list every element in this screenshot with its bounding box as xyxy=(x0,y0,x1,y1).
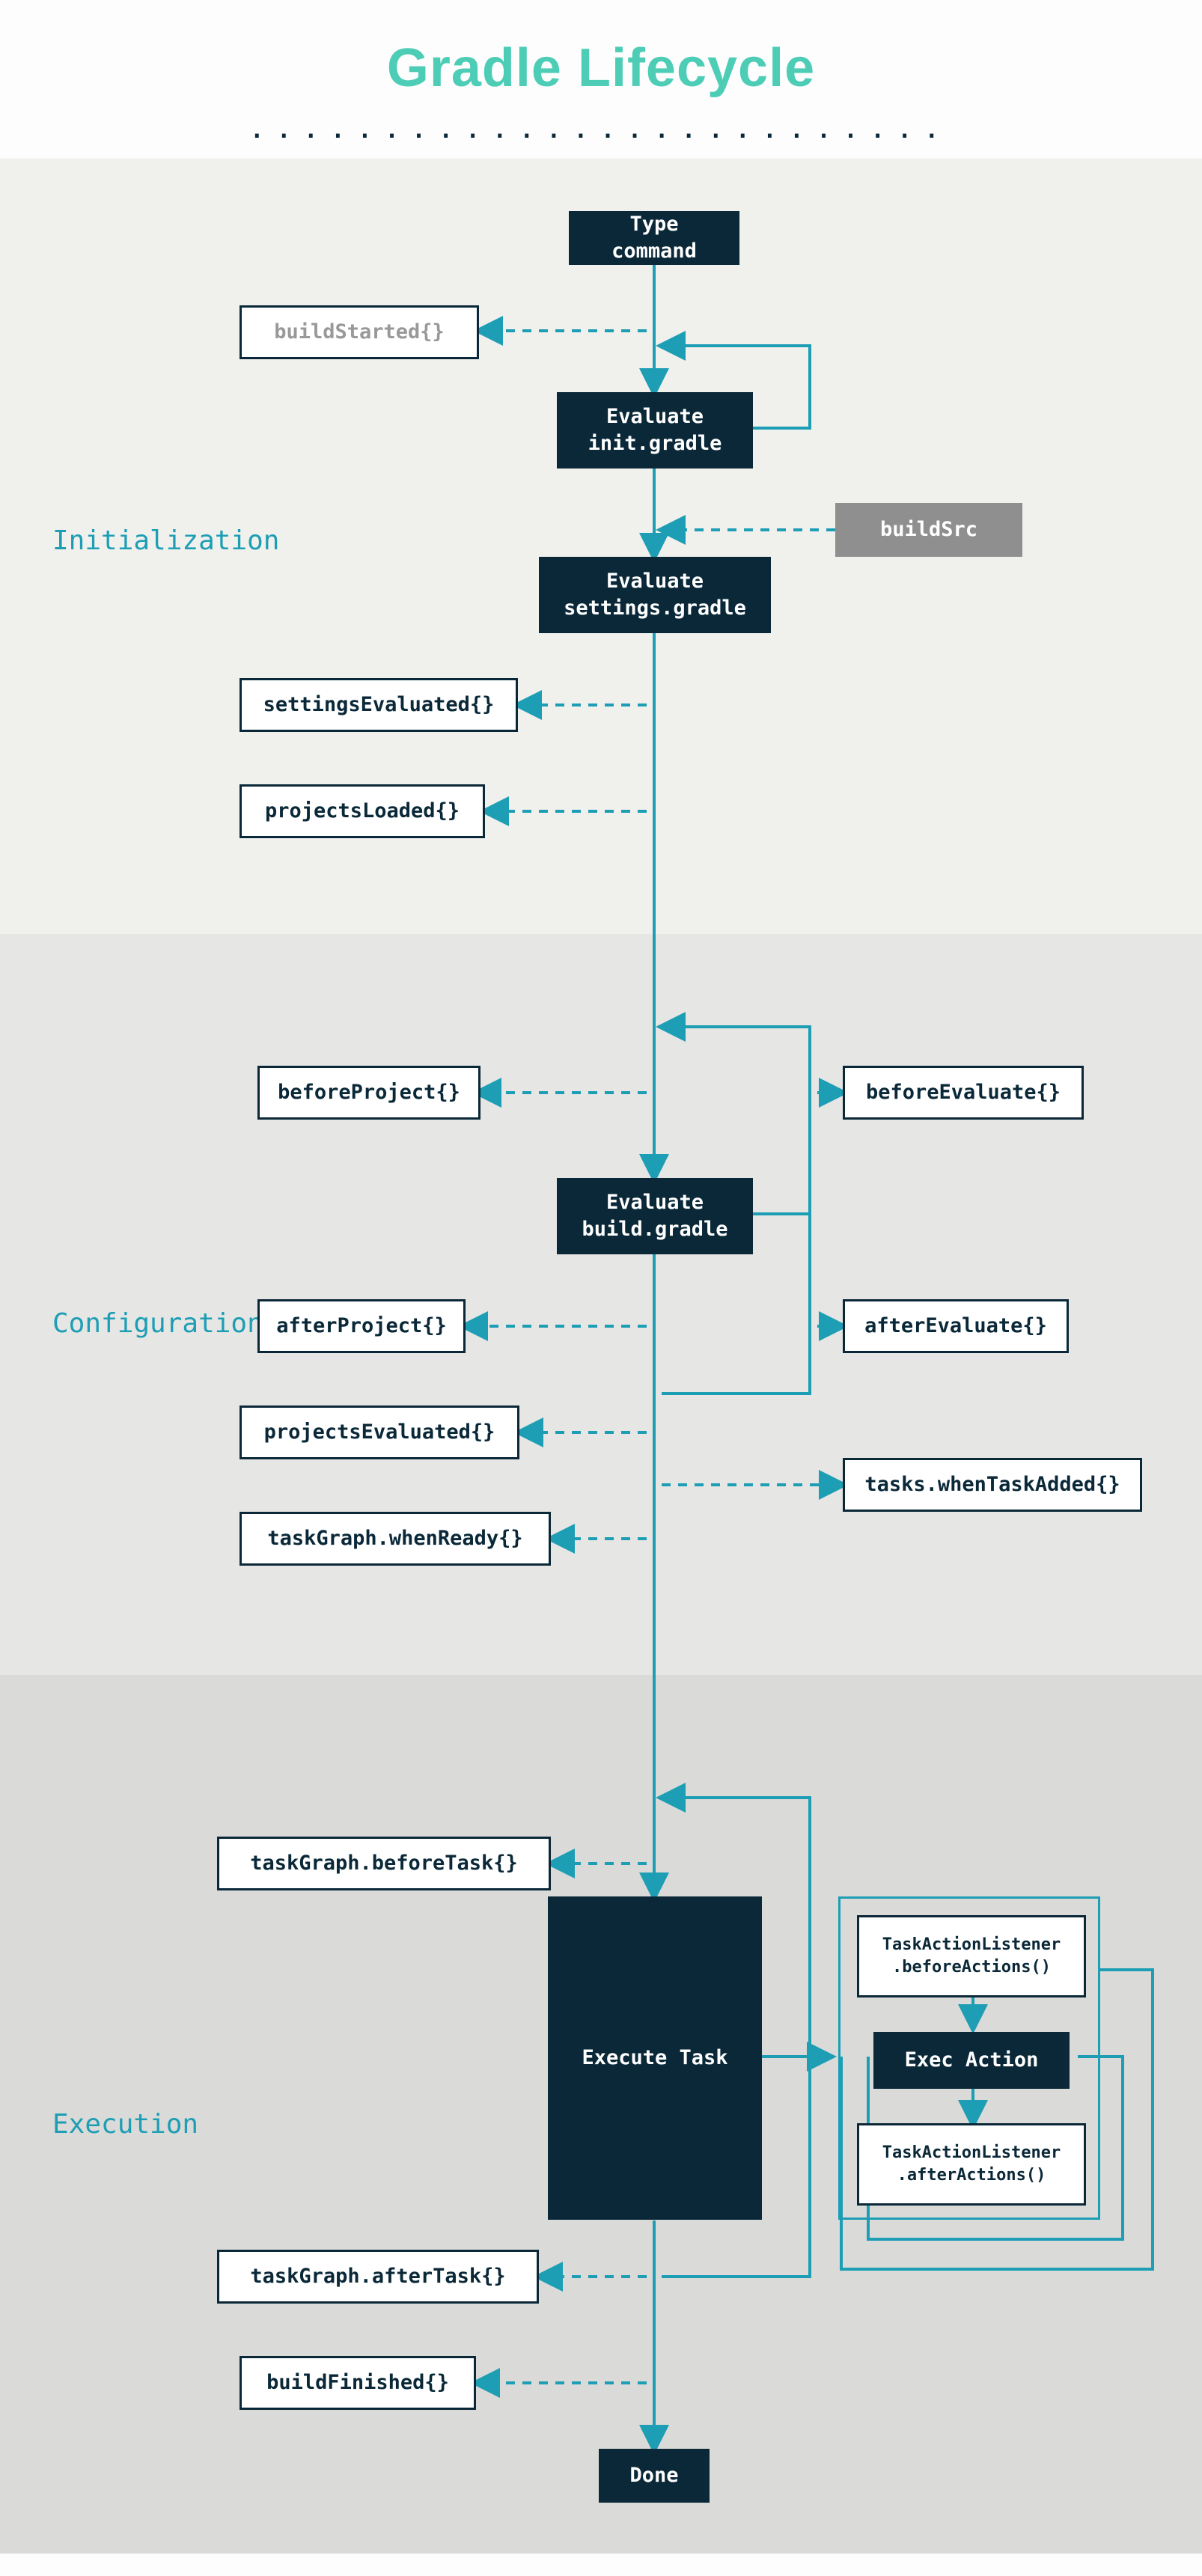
node-execute-task: Execute Task xyxy=(548,1896,762,2220)
node-projects-evaluated: projectsEvaluated{} xyxy=(240,1405,519,1459)
label: Execute Task xyxy=(582,2045,727,2072)
node-before-project: beforeProject{} xyxy=(257,1066,481,1120)
page-title: Gradle Lifecycle xyxy=(0,37,1202,99)
node-before-evaluate: beforeEvaluate{} xyxy=(843,1066,1084,1120)
label: beforeEvaluate{} xyxy=(866,1079,1061,1106)
action-loop-outer: TaskActionListener .beforeActions() Exec… xyxy=(838,1896,1100,2220)
label: TaskActionListener .afterActions() xyxy=(882,2142,1061,2186)
node-build-finished: buildFinished{} xyxy=(240,2356,476,2410)
node-tasks-when-added: tasks.whenTaskAdded{} xyxy=(843,1458,1142,1512)
node-build-started: buildStarted{} xyxy=(240,305,479,359)
label: afterEvaluate{} xyxy=(864,1313,1047,1340)
label: projectsLoaded{} xyxy=(265,798,460,825)
node-after-evaluate: afterEvaluate{} xyxy=(843,1299,1069,1353)
node-exec-action: Exec Action xyxy=(873,2032,1070,2089)
label: buildFinished{} xyxy=(266,2369,449,2396)
node-taskgraph-after-task: taskGraph.afterTask{} xyxy=(217,2250,539,2304)
label: projectsEvaluated{} xyxy=(264,1419,495,1446)
label: Evaluate build.gradle xyxy=(582,1189,727,1244)
label: TaskActionListener .beforeActions() xyxy=(882,1934,1061,1978)
label: Done xyxy=(629,2462,678,2489)
label: taskGraph.afterTask{} xyxy=(250,2263,505,2290)
lifecycle-diagram: Initialization Configuration Execution xyxy=(0,159,1202,2554)
label: Evaluate init.gradle xyxy=(588,403,722,458)
node-type-command: Type command xyxy=(569,211,739,265)
node-tal-after: TaskActionListener .afterActions() xyxy=(857,2123,1086,2206)
phase-label-exec: Execution xyxy=(52,2109,198,2140)
label: tasks.whenTaskAdded{} xyxy=(864,1471,1120,1498)
label: afterProject{} xyxy=(276,1313,447,1340)
node-after-project: afterProject{} xyxy=(257,1299,466,1353)
label: buildSrc xyxy=(880,516,977,543)
label: settingsEvaluated{} xyxy=(263,692,495,718)
label: taskGraph.beforeTask{} xyxy=(250,1850,518,1877)
node-projects-loaded: projectsLoaded{} xyxy=(240,784,485,838)
label: buildStarted{} xyxy=(274,319,445,346)
node-settings-evaluated: settingsEvaluated{} xyxy=(240,678,518,732)
divider-dots: .......................... xyxy=(0,117,1202,144)
label: taskGraph.whenReady{} xyxy=(267,1525,522,1552)
node-buildsrc: buildSrc xyxy=(835,503,1022,557)
label: beforeProject{} xyxy=(278,1079,460,1106)
node-taskgraph-when-ready: taskGraph.whenReady{} xyxy=(240,1512,551,1566)
phase-label-config: Configuration xyxy=(52,1308,263,1339)
node-tal-before: TaskActionListener .beforeActions() xyxy=(857,1915,1086,1997)
node-evaluate-init: Evaluate init.gradle xyxy=(557,392,753,468)
node-evaluate-build: Evaluate build.gradle xyxy=(557,1178,753,1254)
label: Exec Action xyxy=(905,2047,1039,2074)
node-taskgraph-before-task: taskGraph.beforeTask{} xyxy=(217,1837,551,1890)
label: Evaluate settings.gradle xyxy=(564,568,746,623)
node-done: Done xyxy=(599,2449,710,2503)
header: Gradle Lifecycle .......................… xyxy=(0,0,1202,159)
phase-label-init: Initialization xyxy=(52,525,279,556)
label: Type command xyxy=(582,211,727,266)
node-evaluate-settings: Evaluate settings.gradle xyxy=(539,557,771,633)
